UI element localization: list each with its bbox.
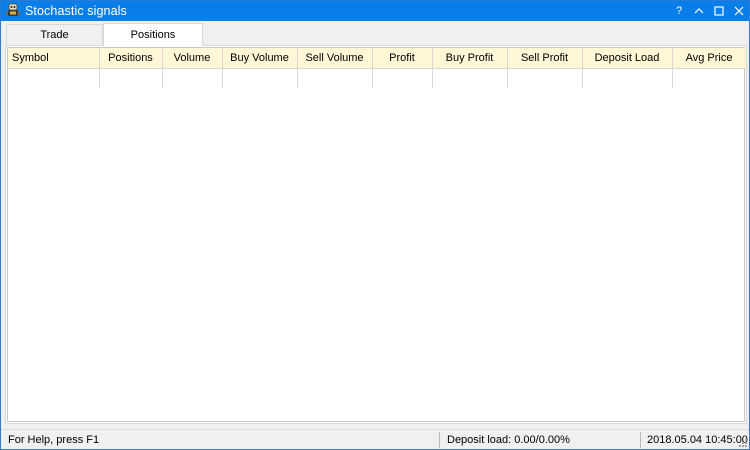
table-cell <box>8 68 100 88</box>
table-row-empty <box>8 68 747 88</box>
square-icon <box>714 6 724 16</box>
minimize-button[interactable] <box>689 1 709 21</box>
maximize-button[interactable] <box>709 1 729 21</box>
status-deposit-load: Deposit load: 0.00/0.00% <box>439 432 570 448</box>
table-cell <box>222 68 298 88</box>
window-title: Stochastic signals <box>25 4 127 18</box>
table-cell <box>432 68 508 88</box>
column-header-deposit-load[interactable]: Deposit Load <box>582 48 673 69</box>
column-header-positions[interactable]: Positions <box>99 48 163 69</box>
window-controls: ? <box>669 1 749 21</box>
positions-panel: Symbol Positions Volume Buy Volume Sell … <box>5 45 747 424</box>
help-button[interactable]: ? <box>669 1 689 21</box>
app-window: Stochastic signals ? Trade Positions Sym… <box>0 0 750 450</box>
table-cell <box>297 68 373 88</box>
table-cell <box>99 68 163 88</box>
status-help-text: For Help, press F1 <box>8 434 100 446</box>
tab-positions[interactable]: Positions <box>103 23 203 46</box>
tab-trade-label: Trade <box>40 29 69 41</box>
table-cell <box>582 68 673 88</box>
chevron-up-icon <box>694 8 704 14</box>
column-header-symbol[interactable]: Symbol <box>8 48 100 69</box>
column-header-sell-profit[interactable]: Sell Profit <box>507 48 583 69</box>
column-header-volume[interactable]: Volume <box>162 48 223 69</box>
close-button[interactable] <box>729 1 749 21</box>
column-header-buy-volume[interactable]: Buy Volume <box>222 48 298 69</box>
title-bar[interactable]: Stochastic signals ? <box>1 1 749 21</box>
resize-grip-icon[interactable] <box>738 438 748 448</box>
column-header-sell-volume[interactable]: Sell Volume <box>297 48 373 69</box>
help-label: ? <box>675 5 683 17</box>
table-cell <box>507 68 583 88</box>
column-header-buy-profit[interactable]: Buy Profit <box>432 48 508 69</box>
tab-trade[interactable]: Trade <box>6 24 103 45</box>
table-cell <box>372 68 433 88</box>
table-cell <box>672 68 747 88</box>
status-datetime: 2018.05.04 10:45:00 <box>640 432 748 448</box>
tab-strip: Trade Positions <box>5 23 747 46</box>
column-header-profit[interactable]: Profit <box>372 48 433 69</box>
positions-table: Symbol Positions Volume Buy Volume Sell … <box>8 48 747 88</box>
table-cell <box>162 68 223 88</box>
robot-app-icon <box>5 3 21 19</box>
positions-table-frame[interactable]: Symbol Positions Volume Buy Volume Sell … <box>7 47 747 422</box>
tab-positions-label: Positions <box>130 29 176 41</box>
table-header-row: Symbol Positions Volume Buy Volume Sell … <box>8 48 747 69</box>
status-bar: For Help, press F1 Deposit load: 0.00/0.… <box>1 429 749 449</box>
close-icon <box>734 6 744 16</box>
column-header-avg-price[interactable]: Avg Price <box>672 48 747 69</box>
